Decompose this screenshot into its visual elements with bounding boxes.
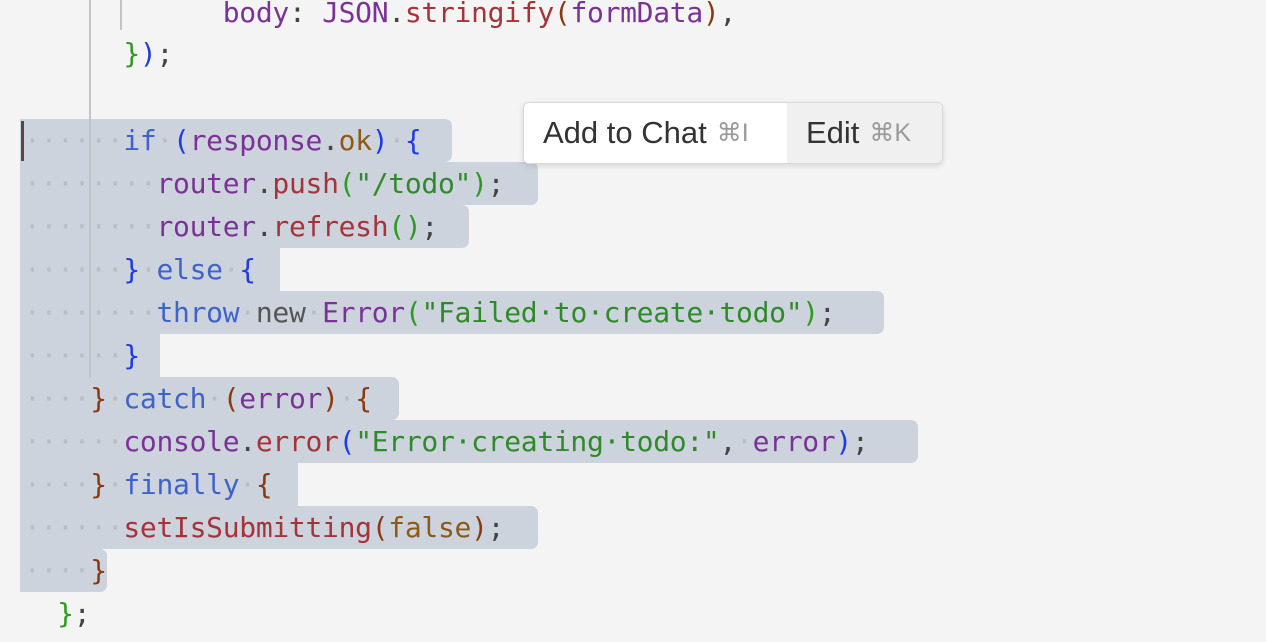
edit-shortcut: ⌘K — [869, 119, 912, 147]
code-line: ····}·finally·{ — [24, 468, 273, 501]
code-line: ········router.push("/todo"); — [24, 167, 505, 200]
edit-label: Edit — [806, 115, 860, 150]
code-line: ······console.error("Error·creating·todo… — [24, 425, 869, 458]
edit-button[interactable]: Edit ⌘K — [787, 103, 942, 163]
add-to-chat-label: Add to Chat — [543, 115, 707, 150]
selection-action-popup: Add to Chat ⌘I Edit ⌘K — [523, 102, 943, 164]
code-line: ······setIsSubmitting(false); — [24, 511, 505, 544]
code-line: ········throw·new·Error("Failed·to·creat… — [24, 296, 836, 329]
code-editor[interactable]: body: JSON.stringify(formData), }); ····… — [0, 0, 1266, 642]
add-to-chat-shortcut: ⌘I — [716, 119, 749, 147]
code-line: ····} — [24, 554, 107, 587]
code-line: body: JSON.stringify(formData), — [222, 0, 737, 29]
code-line: }); — [123, 37, 174, 70]
code-line: ······} — [24, 339, 140, 372]
code-line: }; — [57, 597, 91, 630]
code-line: ······}·else·{ — [24, 253, 256, 286]
code-line: ······if·(response.ok)·{ — [24, 124, 422, 157]
code-line: ········router.refresh(); — [24, 210, 438, 243]
add-to-chat-button[interactable]: Add to Chat ⌘I — [524, 103, 787, 163]
code-line: ····}·catch·(error)·{ — [24, 382, 372, 415]
